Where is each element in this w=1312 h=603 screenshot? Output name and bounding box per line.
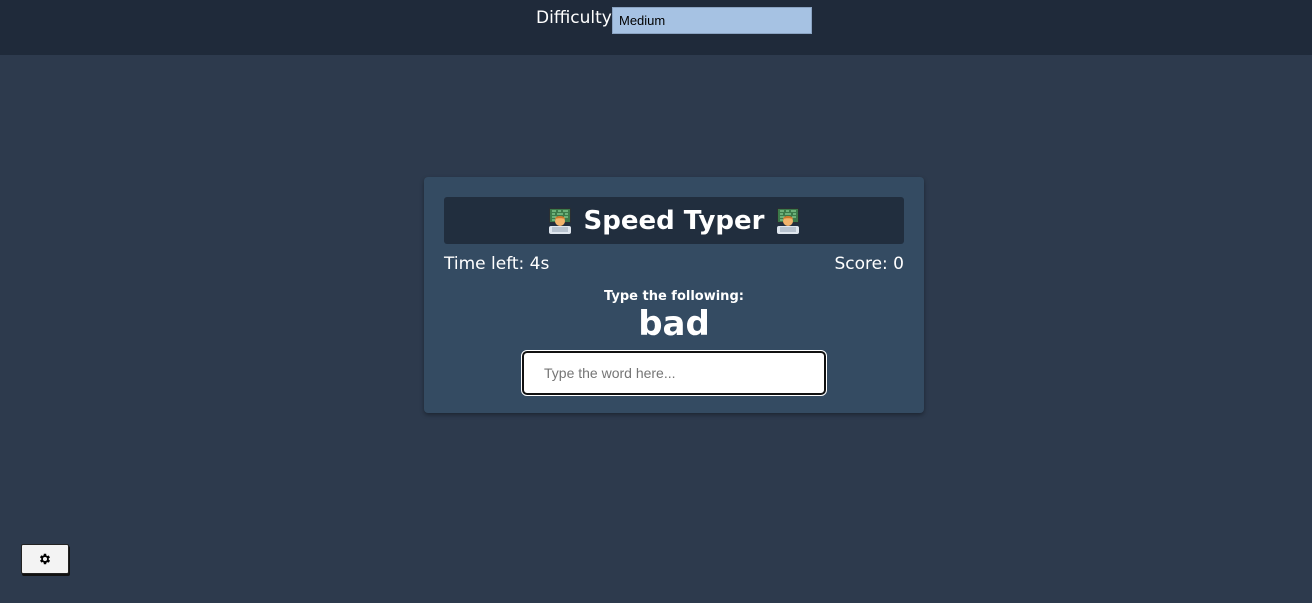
title-banner: Speed Typer	[444, 197, 904, 244]
technologist-emoji-icon	[548, 207, 571, 234]
word-input[interactable]	[521, 350, 827, 396]
score: Score: 0	[834, 254, 904, 274]
game-card: Speed Typer Time left: 4s Score: 0 Type …	[424, 177, 924, 413]
difficulty-label: Difficulty	[536, 8, 612, 28]
difficulty-select[interactable]: Medium	[612, 7, 812, 34]
prompt-label: Type the following:	[604, 289, 744, 304]
top-bar: Difficulty Medium	[0, 0, 1312, 55]
technologist-emoji-icon	[777, 207, 800, 234]
game-title: Speed Typer	[583, 205, 765, 236]
settings-button[interactable]	[21, 544, 69, 574]
gear-icon	[39, 553, 51, 565]
time-left: Time left: 4s	[444, 254, 550, 274]
target-word: bad	[638, 304, 710, 344]
